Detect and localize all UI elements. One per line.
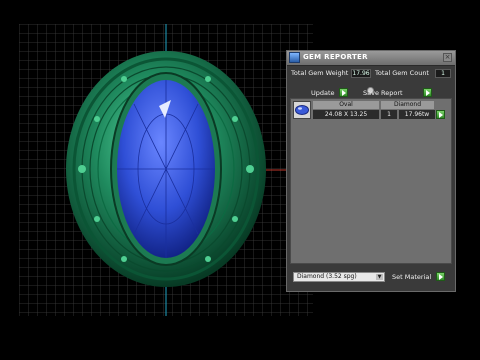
ring-model[interactable] <box>66 51 266 287</box>
material-select-value: Diamond (3.52 spg) <box>297 273 357 280</box>
update-go-button[interactable] <box>339 88 348 97</box>
total-gem-weight-label: Total Gem Weight <box>291 69 349 77</box>
panel-title: GEM REPORTER <box>303 53 368 61</box>
gem-weight-cell[interactable]: 17.96tw <box>399 110 435 119</box>
total-gem-count-value: 1 <box>435 69 451 78</box>
column-header-shape: Oval <box>313 101 379 109</box>
total-gem-count-label: Total Gem Count <box>375 69 429 77</box>
gem-list[interactable]: Oval Diamond 24.08 X 13.25 1 17.96tw <box>290 98 452 264</box>
save-report-go-button[interactable] <box>423 88 432 97</box>
set-material-go-button[interactable] <box>436 272 445 281</box>
3d-viewport[interactable] <box>19 24 313 316</box>
gem-thumbnail-icon <box>293 101 311 119</box>
row-go-button[interactable] <box>436 110 445 119</box>
save-report-button[interactable]: Save Report <box>363 88 403 98</box>
chevron-down-icon: ▼ <box>376 274 383 280</box>
gem-size-cell[interactable]: 24.08 X 13.25 <box>313 110 379 119</box>
gem-reporter-panel: GEM REPORTER × Total Gem Weight 17.96 To… <box>286 50 456 292</box>
column-header-material: Diamond <box>381 101 434 109</box>
close-button[interactable]: × <box>443 53 452 62</box>
total-gem-weight-value: 17.96 <box>351 69 371 78</box>
gem-count-cell[interactable]: 1 <box>381 110 397 119</box>
app-icon <box>289 52 300 63</box>
close-icon: × <box>444 53 451 61</box>
set-material-button[interactable]: Set Material <box>392 272 431 282</box>
panel-titlebar[interactable]: GEM REPORTER × <box>287 51 455 66</box>
material-select[interactable]: Diamond (3.52 spg) ▼ <box>293 272 385 282</box>
update-button[interactable]: Update <box>311 88 335 98</box>
